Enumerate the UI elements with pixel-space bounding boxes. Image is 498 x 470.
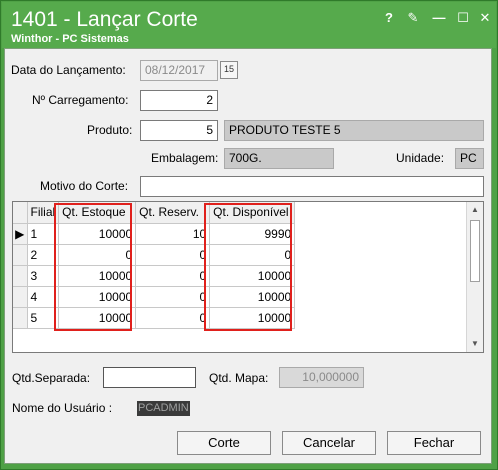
row-indicator-empty	[13, 244, 28, 266]
cell-disp: 0	[209, 244, 296, 266]
calendar-icon[interactable]: 15	[220, 61, 238, 79]
cell-estoque: 0	[58, 244, 137, 266]
row-indicator-empty	[13, 307, 28, 329]
col-header-estoque[interactable]: Qt. Estoque	[58, 202, 137, 224]
motivo-field[interactable]	[140, 176, 484, 197]
stock-table: Filial Qt. Estoque Qt. Reserv. Qt. Dispo…	[13, 202, 296, 329]
table-row[interactable]: 2 0 0 0	[13, 244, 296, 266]
window-subtitle: Winthor - PC Sistemas	[11, 33, 129, 45]
row-indicator-empty	[13, 265, 28, 287]
cancelar-button[interactable]: Cancelar	[282, 431, 376, 455]
cell-reserv: 0	[135, 244, 211, 266]
col-header-disp[interactable]: Qt. Disponível	[209, 202, 296, 224]
qtd-mapa-field: 10,000000	[279, 367, 364, 388]
cell-reserv: 10	[135, 223, 211, 245]
window-title: 1401 - Lançar Corte	[11, 8, 198, 31]
cell-filial: 5	[27, 307, 60, 329]
unidade-label: Unidade:	[396, 151, 445, 165]
title-bar[interactable]: 1401 - Lançar Corte Winthor - PC Sistema…	[2, 2, 496, 48]
edit-icon[interactable]: ✎	[404, 9, 422, 27]
cell-disp: 9990	[209, 223, 296, 245]
row-indicator-icon: ▶	[13, 223, 28, 245]
cell-disp: 10000	[209, 265, 296, 287]
cell-disp: 10000	[209, 307, 296, 329]
indicator-header	[13, 202, 28, 224]
table-row[interactable]: 5 10000 0 10000	[13, 307, 296, 329]
table-row[interactable]: ▶ 1 10000 10 9990	[13, 223, 296, 245]
scroll-down-icon[interactable]: ▼	[467, 336, 483, 352]
cell-reserv: 0	[135, 307, 211, 329]
carregamento-label: Nº Carregamento:	[32, 93, 129, 107]
produto-desc-field: PRODUTO TESTE 5	[224, 120, 484, 141]
cell-filial: 4	[27, 286, 60, 308]
cell-filial: 3	[27, 265, 60, 287]
minimize-icon[interactable]: —	[430, 9, 448, 27]
col-header-reserv[interactable]: Qt. Reserv.	[135, 202, 211, 224]
usuario-value: PCADMIN	[137, 401, 190, 416]
cell-estoque: 10000	[58, 286, 137, 308]
cell-estoque: 10000	[58, 265, 137, 287]
data-lancamento-label: Data do Lançamento:	[11, 63, 126, 77]
cell-estoque: 10000	[58, 223, 137, 245]
corte-button[interactable]: Corte	[177, 431, 271, 455]
embalagem-label: Embalagem:	[151, 151, 219, 165]
qtd-mapa-label: Qtd. Mapa:	[209, 371, 269, 385]
qtd-separada-field[interactable]	[103, 367, 196, 388]
unidade-field: PC	[455, 148, 484, 169]
scroll-thumb[interactable]	[470, 220, 480, 282]
cell-disp: 10000	[209, 286, 296, 308]
scroll-up-icon[interactable]: ▲	[467, 202, 483, 218]
produto-label: Produto:	[87, 123, 133, 137]
cell-filial: 1	[27, 223, 60, 245]
help-icon[interactable]: ?	[380, 9, 398, 27]
usuario-label: Nome do Usuário :	[12, 401, 113, 415]
stock-grid[interactable]: Filial Qt. Estoque Qt. Reserv. Qt. Dispo…	[12, 201, 484, 353]
fechar-button[interactable]: Fechar	[387, 431, 481, 455]
col-header-filial[interactable]: Filial	[27, 202, 60, 224]
cell-filial: 2	[27, 244, 60, 266]
carregamento-field[interactable]: 2	[140, 90, 218, 111]
table-row[interactable]: 3 10000 0 10000	[13, 265, 296, 287]
motivo-label: Motivo do Corte:	[40, 179, 129, 193]
grid-header-row: Filial Qt. Estoque Qt. Reserv. Qt. Dispo…	[13, 202, 296, 224]
grid-scrollbar[interactable]: ▲ ▼	[466, 202, 483, 352]
qtd-separada-label: Qtd.Separada:	[12, 371, 91, 385]
embalagem-field: 700G.	[224, 148, 334, 169]
cell-reserv: 0	[135, 286, 211, 308]
maximize-icon[interactable]: ☐	[454, 9, 472, 27]
table-row[interactable]: 4 10000 0 10000	[13, 286, 296, 308]
cell-estoque: 10000	[58, 307, 137, 329]
cell-reserv: 0	[135, 265, 211, 287]
row-indicator-empty	[13, 286, 28, 308]
close-icon[interactable]: ✕	[476, 9, 494, 27]
produto-code-field[interactable]: 5	[140, 120, 218, 141]
data-lancamento-field[interactable]: 08/12/2017	[140, 60, 218, 81]
